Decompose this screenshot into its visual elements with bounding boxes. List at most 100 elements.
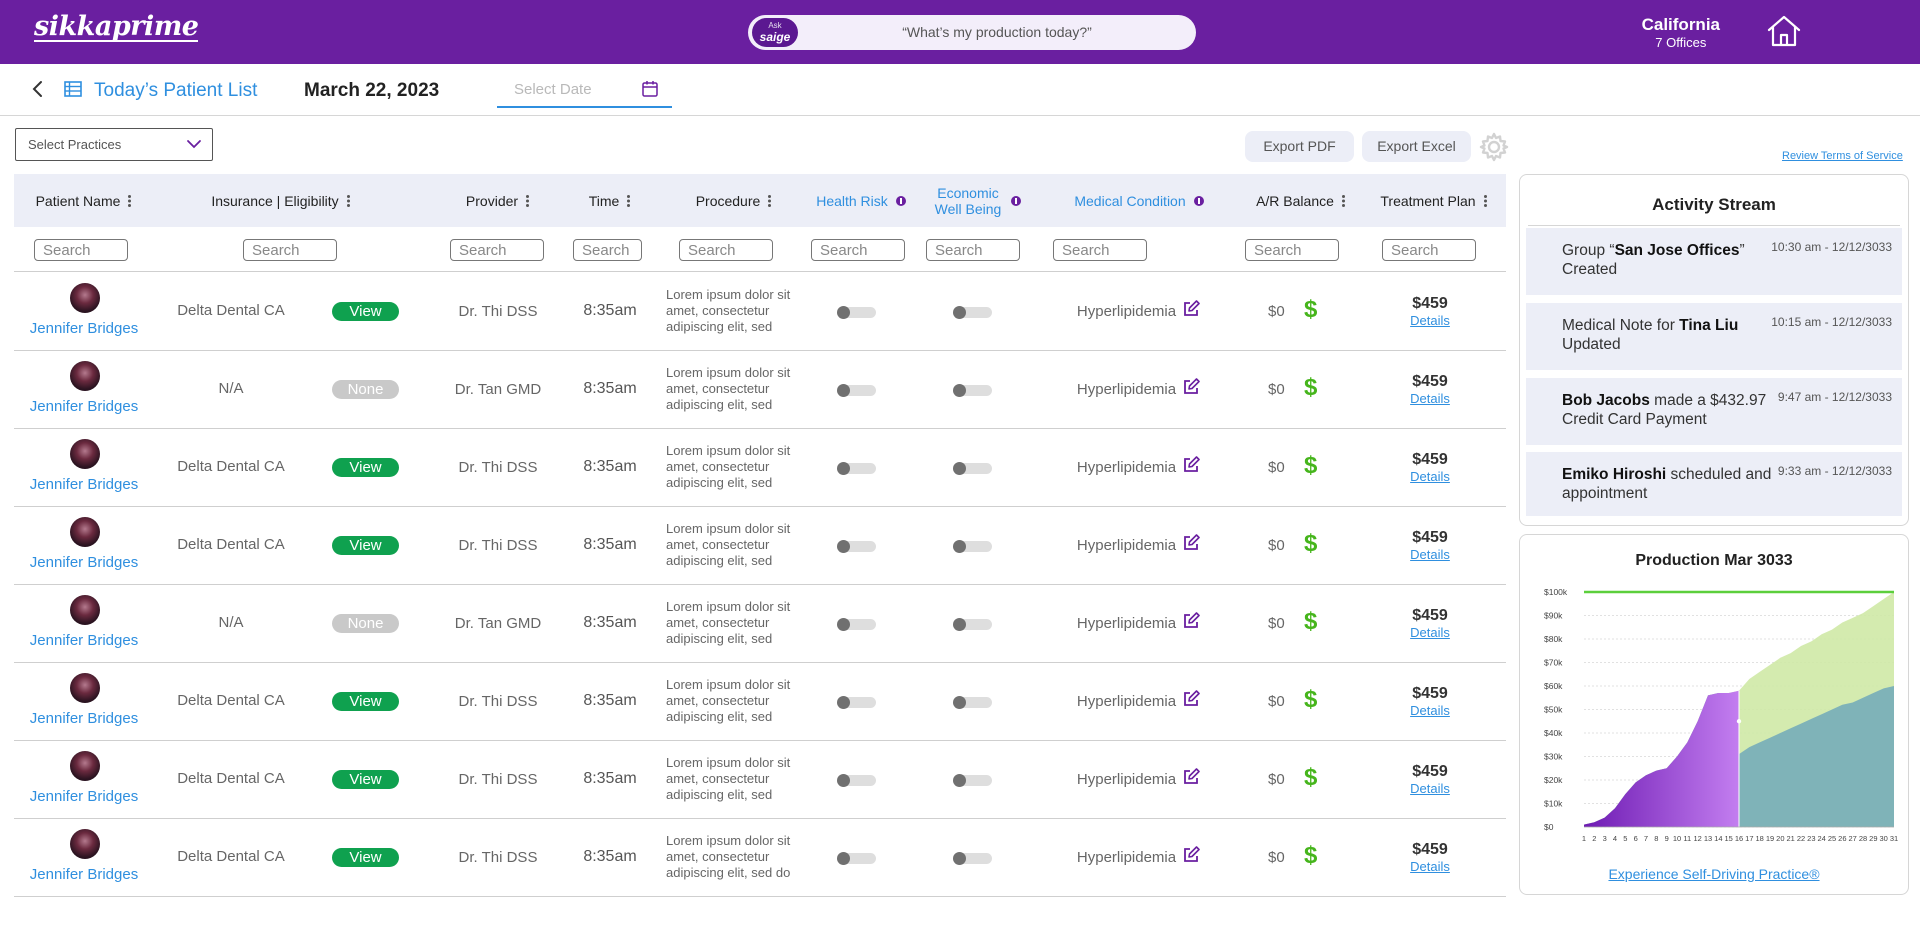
column-search-input[interactable] [34,239,128,261]
health-risk-toggle[interactable] [837,852,876,865]
eligibility-badge[interactable]: View [332,302,399,321]
activity-item[interactable]: Bob Jacobs made a $432.97 Credit Card Pa… [1526,378,1902,445]
search-input[interactable] [35,240,127,260]
home-icon[interactable] [1766,14,1802,48]
search-input[interactable] [244,240,336,260]
search-input[interactable] [812,240,904,260]
patient-name-link[interactable]: Jennifer Bridges [14,554,154,571]
economic-well-being-toggle[interactable] [953,384,992,397]
column-header[interactable]: Time [570,174,650,227]
patient-name-link[interactable]: Jennifer Bridges [14,788,154,805]
eligibility-badge[interactable]: View [332,848,399,867]
dollar-icon[interactable]: $ [1304,297,1317,323]
date-picker-field[interactable]: Select Date [497,76,672,108]
edit-icon[interactable] [1182,300,1200,318]
table-row[interactable]: Jennifer Bridges Delta Dental CA View Dr. T… [14,663,1506,741]
export-excel-button[interactable]: Export Excel [1362,131,1471,162]
dollar-icon[interactable]: $ [1304,531,1317,557]
column-header[interactable]: A/R Balance [1236,174,1366,227]
patient-name-link[interactable]: Jennifer Bridges [14,866,154,883]
patient-name-link[interactable]: Jennifer Bridges [14,476,154,493]
edit-icon[interactable] [1182,846,1200,864]
patient-name-link[interactable]: Jennifer Bridges [14,632,154,649]
avatar[interactable] [70,361,100,391]
eligibility-badge[interactable]: View [332,770,399,789]
table-row[interactable]: Jennifer Bridges N/A None Dr. Tan GMD 8:35am… [14,351,1506,429]
avatar[interactable] [70,439,100,469]
column-menu-icon[interactable] [346,194,351,207]
back-arrow-icon[interactable] [31,79,45,99]
column-menu-icon[interactable] [768,194,772,207]
search-input[interactable] [574,240,641,260]
search-input[interactable] [680,240,772,260]
column-search-input[interactable] [926,239,1020,261]
column-search-input[interactable] [1382,239,1476,261]
treatment-plan-details-link[interactable]: Details [1382,313,1478,328]
table-row[interactable]: Jennifer Bridges Delta Dental CA View Dr. T… [14,429,1506,507]
table-row[interactable]: Jennifer Bridges Delta Dental CA View Dr. T… [14,273,1506,351]
column-menu-icon[interactable] [128,194,132,207]
economic-well-being-toggle[interactable] [953,852,992,865]
ask-saige-badge[interactable]: Ask saige [752,18,798,47]
dollar-icon[interactable]: $ [1304,453,1317,479]
health-risk-toggle[interactable] [837,774,876,787]
column-header[interactable]: Economic Well Being [922,174,1032,227]
economic-well-being-toggle[interactable] [953,462,992,475]
column-search-input[interactable] [1245,239,1339,261]
activity-item[interactable]: Emiko Hiroshi scheduled and appointment 9… [1526,452,1902,516]
health-risk-toggle[interactable] [837,618,876,631]
treatment-plan-details-link[interactable]: Details [1382,547,1478,562]
column-header[interactable]: Health Risk [806,174,916,227]
treatment-plan-details-link[interactable]: Details [1382,469,1478,484]
column-search-input[interactable] [573,239,642,261]
avatar[interactable] [70,595,100,625]
economic-well-being-toggle[interactable] [953,540,992,553]
column-header[interactable]: Patient Name [14,174,154,227]
health-risk-toggle[interactable] [837,696,876,709]
eligibility-badge[interactable]: View [332,536,399,555]
search-input[interactable] [1054,240,1146,260]
edit-icon[interactable] [1182,534,1200,552]
table-row[interactable]: Jennifer Bridges Delta Dental CA View Dr. T… [14,507,1506,585]
avatar[interactable] [70,283,100,313]
treatment-plan-details-link[interactable]: Details [1382,625,1478,640]
column-search-input[interactable] [450,239,544,261]
dollar-icon[interactable]: $ [1304,609,1317,635]
search-input[interactable] [1246,240,1338,260]
column-menu-icon[interactable] [1483,194,1488,207]
info-icon[interactable] [1011,195,1021,206]
ask-saige-bar[interactable]: Ask saige “What’s my production today?” [748,15,1196,50]
dollar-icon[interactable]: $ [1304,765,1317,791]
edit-icon[interactable] [1182,378,1200,396]
patient-name-link[interactable]: Jennifer Bridges [14,710,154,727]
economic-well-being-toggle[interactable] [953,618,992,631]
activity-item[interactable]: Group “San Jose Offices” Created 10:30 am… [1526,228,1902,295]
info-icon[interactable] [1193,195,1204,206]
health-risk-toggle[interactable] [837,306,876,319]
economic-well-being-toggle[interactable] [953,696,992,709]
treatment-plan-details-link[interactable]: Details [1382,391,1478,406]
edit-icon[interactable] [1182,690,1200,708]
column-search-input[interactable] [811,239,905,261]
column-header[interactable]: Provider [434,174,562,227]
edit-icon[interactable] [1182,612,1200,630]
column-header[interactable]: Treatment Plan [1376,174,1492,227]
dollar-icon[interactable]: $ [1304,687,1317,713]
column-header[interactable]: Procedure [666,174,802,227]
activity-item[interactable]: Medical Note for Tina Liu Updated 10:15 a… [1526,303,1902,370]
calendar-icon[interactable] [642,80,658,97]
search-input[interactable] [927,240,1019,260]
treatment-plan-details-link[interactable]: Details [1382,703,1478,718]
terms-of-service-link[interactable]: Review Terms of Service [1782,150,1903,162]
location-selector[interactable]: California 7 Offices [1642,15,1720,50]
health-risk-toggle[interactable] [837,540,876,553]
select-practices-dropdown[interactable]: Select Practices [15,128,213,161]
column-header[interactable]: Medical Condition [1054,174,1224,227]
logo[interactable]: sikkaprime [34,13,199,42]
dollar-icon[interactable]: $ [1304,843,1317,869]
column-header[interactable]: Insurance | Eligibility [164,174,398,227]
column-search-input[interactable] [679,239,773,261]
self-driving-practice-link[interactable]: Experience Self-Driving Practice® [1520,866,1908,882]
table-row[interactable]: Jennifer Bridges Delta Dental CA View Dr. T… [14,741,1506,819]
ask-prompt[interactable]: “What’s my production today?” [808,24,1186,40]
